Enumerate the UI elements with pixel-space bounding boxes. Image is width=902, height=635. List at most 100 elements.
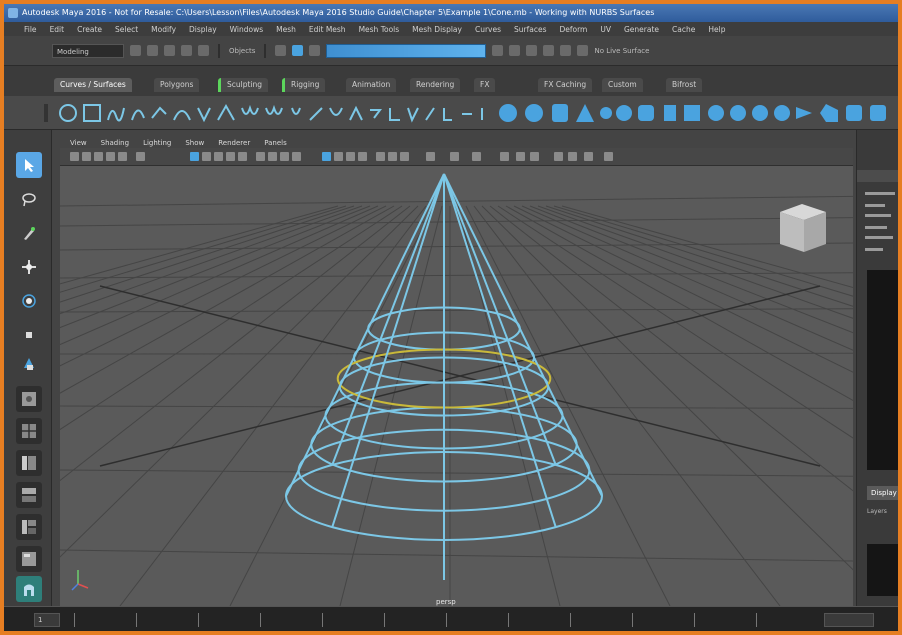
- rotate-tool-button[interactable]: [16, 288, 42, 314]
- menu-deform[interactable]: Deform: [559, 25, 587, 34]
- move-tool-button[interactable]: [16, 254, 42, 280]
- use-all-lights-icon[interactable]: [388, 152, 397, 161]
- paint-select-tool-button[interactable]: [16, 220, 42, 246]
- camera-attr-icon[interactable]: [82, 152, 91, 161]
- new-scene-icon[interactable]: [130, 45, 141, 56]
- modeling-toolkit-button[interactable]: [16, 576, 42, 602]
- menu-select[interactable]: Select: [115, 25, 138, 34]
- viewport-scene[interactable]: [60, 166, 853, 606]
- four-view-layout-button[interactable]: [16, 418, 42, 444]
- last-tool-button[interactable]: [16, 350, 42, 376]
- snap-to-view-plane-icon[interactable]: [560, 45, 572, 56]
- menu-display[interactable]: Display: [189, 25, 217, 34]
- select-by-object-icon[interactable]: [292, 45, 304, 56]
- select-tool-button[interactable]: [16, 152, 42, 178]
- menu-edit-mesh[interactable]: Edit Mesh: [309, 25, 346, 34]
- menu-cache[interactable]: Cache: [672, 25, 695, 34]
- safe-title-icon[interactable]: [268, 152, 277, 161]
- menu-mesh[interactable]: Mesh: [276, 25, 296, 34]
- view-transform-icon[interactable]: [584, 152, 593, 161]
- panel-menu-lighting[interactable]: Lighting: [143, 139, 171, 147]
- layers-menu[interactable]: Layers: [867, 508, 887, 515]
- snap-to-grid-icon[interactable]: [509, 45, 521, 56]
- screen-space-ao-icon[interactable]: [426, 152, 435, 161]
- safe-action-icon[interactable]: [256, 152, 265, 161]
- menu-help[interactable]: Help: [708, 25, 725, 34]
- menu-mesh-display[interactable]: Mesh Display: [412, 25, 462, 34]
- panel-menu-show[interactable]: Show: [185, 139, 204, 147]
- image-plane-icon[interactable]: [106, 152, 115, 161]
- panel-menu-renderer[interactable]: Renderer: [218, 139, 250, 147]
- scale-tool-button[interactable]: [16, 322, 42, 348]
- display-layer-tab[interactable]: Display: [867, 486, 898, 500]
- color-management-icon[interactable]: [568, 152, 577, 161]
- 2d-pan-zoom-icon[interactable]: [118, 152, 127, 161]
- motion-blur-icon[interactable]: [450, 152, 459, 161]
- menu-file[interactable]: File: [24, 25, 37, 34]
- shelf-tab-rendering[interactable]: Rendering: [410, 78, 461, 92]
- panel-menu-panels[interactable]: Panels: [264, 139, 287, 147]
- shelf-tab-fx[interactable]: FX: [474, 78, 496, 92]
- wireframe-on-shaded-icon[interactable]: [322, 152, 331, 161]
- lock-selection-icon[interactable]: [492, 45, 504, 56]
- single-perspective-layout-button[interactable]: [16, 386, 42, 412]
- snap-to-point-icon[interactable]: [543, 45, 555, 56]
- use-default-material-icon[interactable]: [358, 152, 367, 161]
- shelf-tab-fx-caching[interactable]: FX Caching: [538, 78, 593, 92]
- time-slider[interactable]: 1: [4, 606, 898, 631]
- isolate-select-icon[interactable]: [516, 152, 525, 161]
- grease-pencil-icon[interactable]: [136, 152, 145, 161]
- open-scene-icon[interactable]: [147, 45, 158, 56]
- gamma-icon[interactable]: [554, 152, 563, 161]
- menu-create[interactable]: Create: [77, 25, 102, 34]
- shelf-tab-sculpting[interactable]: Sculpting: [218, 78, 269, 92]
- current-frame-field[interactable]: 1: [34, 613, 60, 627]
- menu-curves[interactable]: Curves: [475, 25, 501, 34]
- panel-menu-shading[interactable]: Shading: [101, 139, 129, 147]
- exposure-icon[interactable]: [530, 152, 539, 161]
- menu-generate[interactable]: Generate: [624, 25, 659, 34]
- select-by-component-icon[interactable]: [309, 45, 321, 56]
- menu-mesh-tools[interactable]: Mesh Tools: [359, 25, 400, 34]
- camera-select-icon[interactable]: [70, 152, 79, 161]
- menu-modify[interactable]: Modify: [151, 25, 176, 34]
- antialiasing-icon[interactable]: [472, 152, 481, 161]
- shelf-tab-animation[interactable]: Animation: [346, 78, 397, 92]
- shelf-tab-bifrost[interactable]: Bifrost: [666, 78, 703, 92]
- xray-joints-icon[interactable]: [346, 152, 355, 161]
- shadows-icon[interactable]: [400, 152, 409, 161]
- redo-icon[interactable]: [198, 45, 209, 56]
- make-live-icon[interactable]: [577, 45, 589, 56]
- shelf-tab-rigging[interactable]: Rigging: [282, 78, 326, 92]
- xray-icon[interactable]: [334, 152, 343, 161]
- hud-icon[interactable]: [604, 152, 613, 161]
- grid-toggle-icon[interactable]: [190, 152, 199, 161]
- undo-icon[interactable]: [181, 45, 192, 56]
- bookmark-icon[interactable]: [94, 152, 103, 161]
- menu-windows[interactable]: Windows: [230, 25, 263, 34]
- resolution-gate-icon[interactable]: [214, 152, 223, 161]
- textured-icon[interactable]: [376, 152, 385, 161]
- persp-outliner-layout-button[interactable]: [16, 450, 42, 476]
- wireframe-icon[interactable]: [280, 152, 289, 161]
- persp-graph-layout-button[interactable]: [16, 482, 42, 508]
- select-by-hierarchy-icon[interactable]: [275, 45, 287, 56]
- gate-mask-icon[interactable]: [226, 152, 235, 161]
- snap-to-curve-icon[interactable]: [526, 45, 538, 56]
- perspective-viewport[interactable]: persp: [60, 166, 853, 606]
- shelf-tab-polygons[interactable]: Polygons: [154, 78, 200, 92]
- outliner-layout-button[interactable]: [16, 546, 42, 572]
- save-scene-icon[interactable]: [164, 45, 175, 56]
- menu-uv[interactable]: UV: [600, 25, 611, 34]
- panel-menu-view[interactable]: View: [70, 139, 87, 147]
- menu-edit[interactable]: Edit: [50, 25, 65, 34]
- shelf-tab-custom[interactable]: Custom: [602, 78, 643, 92]
- field-chart-icon[interactable]: [238, 152, 247, 161]
- menu-surfaces[interactable]: Surfaces: [514, 25, 546, 34]
- persp-hypershade-layout-button[interactable]: [16, 514, 42, 540]
- shelf-tab-curves-surfaces[interactable]: Curves / Surfaces: [54, 78, 132, 92]
- film-gate-icon[interactable]: [202, 152, 211, 161]
- end-frame-field[interactable]: [824, 613, 874, 627]
- lasso-tool-button[interactable]: [16, 186, 42, 212]
- menu-set-dropdown[interactable]: Modeling: [52, 43, 124, 58]
